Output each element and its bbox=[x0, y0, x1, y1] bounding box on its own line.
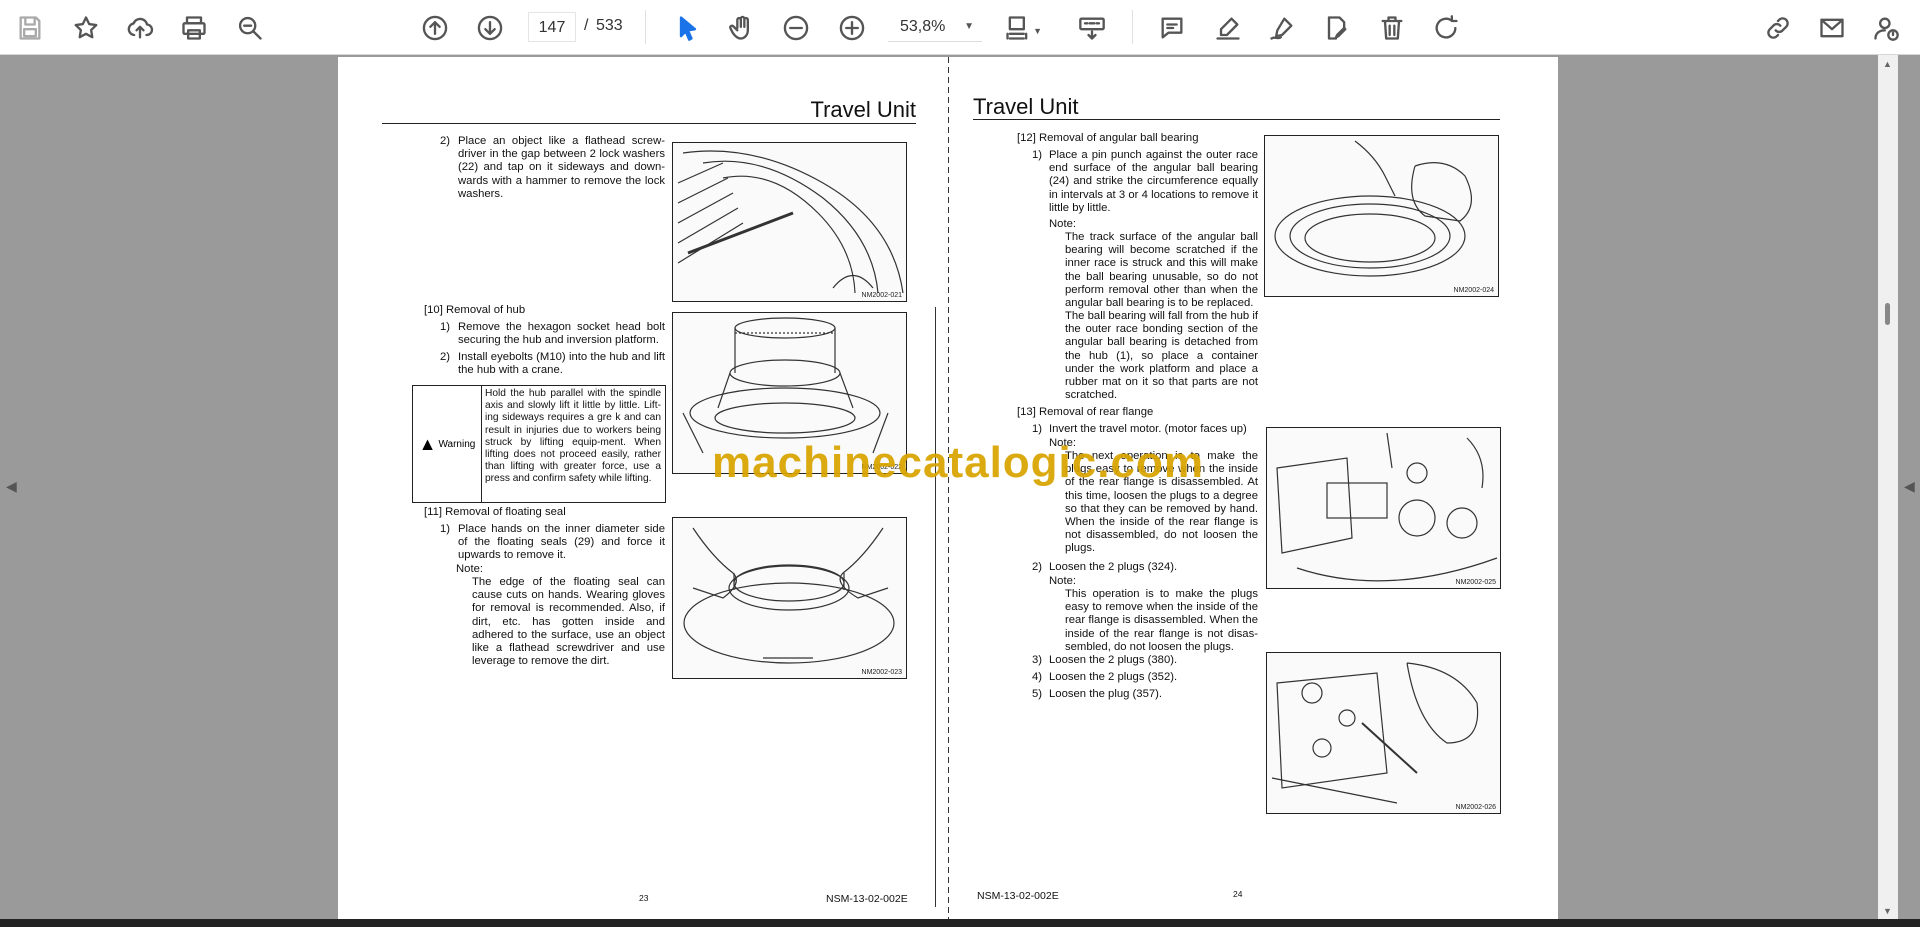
comment-icon[interactable] bbox=[1152, 8, 1192, 48]
step-text: Loosen the 2 plugs (380). bbox=[1049, 654, 1178, 666]
step-number: 2) bbox=[440, 351, 451, 363]
share-link-icon[interactable] bbox=[1758, 8, 1798, 48]
step-number: 1) bbox=[440, 523, 451, 535]
figure-floating-seal: NM2002-023 bbox=[672, 517, 907, 679]
step-text: Loosen the 2 plugs (352). bbox=[1049, 671, 1178, 683]
page-title: Travel Unit bbox=[810, 97, 916, 122]
warning-text: Hold the hub parallel with the spindle a… bbox=[485, 388, 661, 485]
watermark-text: machinecatalogic.com bbox=[712, 438, 1204, 487]
step-text: Place an object like a flathead screw-dr… bbox=[458, 135, 665, 200]
note-label: Note: bbox=[1049, 218, 1077, 230]
page-number-input[interactable]: 147 bbox=[528, 12, 576, 42]
bottom-status-bar bbox=[0, 919, 1920, 927]
step-text: Loosen the plug (357). bbox=[1049, 688, 1163, 700]
step-text: Place hands on the inner diameter side o… bbox=[458, 523, 665, 562]
note-text: The track surface of the angular ball be… bbox=[1065, 231, 1258, 310]
note-label: Note: bbox=[456, 563, 484, 575]
figure-id: NM2002-025 bbox=[1455, 579, 1496, 586]
page-edge-line bbox=[935, 307, 936, 907]
warning-label: Warning bbox=[438, 438, 476, 450]
hand-pan-icon[interactable] bbox=[722, 8, 762, 48]
note-label: Note: bbox=[1049, 575, 1077, 587]
title-rule bbox=[973, 119, 1500, 120]
step-number: 1) bbox=[440, 321, 451, 333]
section-heading: [13] Removal of rear flange bbox=[1017, 406, 1154, 418]
chevron-down-icon: ▼ bbox=[1033, 26, 1042, 36]
step-number: 1) bbox=[1032, 149, 1043, 161]
figure-id: NM2002-021 bbox=[861, 292, 902, 299]
step-number: 3) bbox=[1032, 654, 1043, 666]
step-number: 4) bbox=[1032, 671, 1043, 683]
step-text: Loosen the 2 plugs (324). bbox=[1049, 561, 1178, 573]
edit-document-icon[interactable] bbox=[1316, 8, 1356, 48]
pdf-toolbar: 147 / 533 53,8% ▼ ▼ bbox=[0, 0, 1920, 55]
figure-lock-washers: NM2002-021 bbox=[672, 142, 907, 302]
left-panel-toggle-icon[interactable]: ◀ bbox=[6, 478, 17, 495]
page-separator: / bbox=[584, 17, 589, 34]
document-code: NSM-13-02-002E bbox=[826, 893, 908, 905]
step-text: Invert the travel motor. (motor faces up… bbox=[1049, 423, 1247, 435]
step-text: Remove the hexagon socket head bolt secu… bbox=[458, 321, 665, 347]
page-number: 23 bbox=[639, 893, 649, 903]
section-heading: [10] Removal of hub bbox=[424, 304, 526, 316]
zoom-level-select[interactable]: 53,8% ▼ bbox=[888, 12, 982, 42]
scroll-up-icon[interactable]: ▲ bbox=[1883, 59, 1892, 69]
note-text: The edge of the floating seal can cause … bbox=[472, 576, 665, 668]
figure-id: NM2002-024 bbox=[1453, 287, 1494, 294]
step-text: Install eyebolts (M10) into the hub and … bbox=[458, 351, 665, 377]
note-text: The ball bearing will fall from the hub … bbox=[1065, 310, 1258, 402]
figure-rear-flange-plugs: NM2002-025 bbox=[1266, 427, 1501, 589]
next-page-icon[interactable] bbox=[470, 8, 510, 48]
step-number: 1) bbox=[1032, 423, 1043, 435]
toolbar-divider bbox=[1132, 10, 1133, 44]
sign-pen-icon[interactable] bbox=[1262, 8, 1302, 48]
highlight-pen-icon[interactable] bbox=[1208, 8, 1248, 48]
page-title: Travel Unit bbox=[973, 94, 1079, 119]
title-rule bbox=[382, 123, 916, 124]
print-icon[interactable] bbox=[174, 8, 214, 48]
save-icon[interactable] bbox=[10, 8, 50, 48]
document-page-right: Travel Unit [12] Removal of angular ball… bbox=[948, 57, 1558, 919]
right-panel-toggle-icon[interactable]: ◀ bbox=[1904, 478, 1915, 495]
document-code: NSM-13-02-002E bbox=[977, 890, 1059, 902]
step-number: 5) bbox=[1032, 688, 1043, 700]
email-icon[interactable] bbox=[1812, 8, 1852, 48]
bookmark-star-icon[interactable] bbox=[66, 8, 106, 48]
warning-box: ▲ Warning Hold the hub parallel with the… bbox=[412, 385, 666, 503]
toolbar-divider bbox=[645, 10, 646, 44]
note-text: This operation is to make the plugs easy… bbox=[1065, 588, 1258, 653]
zoom-in-icon[interactable] bbox=[832, 8, 872, 48]
rotate-icon[interactable] bbox=[1426, 8, 1466, 48]
chevron-down-icon: ▼ bbox=[964, 21, 974, 32]
warning-label-cell: ▲ Warning bbox=[413, 386, 482, 502]
zoom-out-icon[interactable] bbox=[776, 8, 816, 48]
section-heading: [12] Removal of angular ball bearing bbox=[1017, 132, 1199, 144]
step-number: 2) bbox=[440, 135, 451, 147]
figure-ball-bearing: NM2002-024 bbox=[1264, 135, 1499, 297]
step-number: 2) bbox=[1032, 561, 1043, 573]
zoom-search-icon[interactable] bbox=[230, 8, 270, 48]
keyboard-scroll-icon[interactable] bbox=[1072, 8, 1112, 48]
zoom-level-value: 53,8% bbox=[900, 18, 946, 35]
account-icon[interactable] bbox=[1866, 8, 1906, 48]
scroll-down-icon[interactable]: ▼ bbox=[1883, 906, 1892, 916]
step-text: Place a pin punch against the outer race… bbox=[1049, 149, 1258, 214]
figure-loosen-plugs: NM2002-026 bbox=[1266, 652, 1501, 814]
vertical-scrollbar[interactable]: ▲ ▼ bbox=[1878, 55, 1898, 920]
scrollbar-thumb[interactable] bbox=[1885, 303, 1890, 325]
upload-cloud-icon[interactable] bbox=[120, 8, 160, 48]
warning-triangle-icon: ▲ bbox=[418, 433, 437, 454]
page-number: 24 bbox=[1233, 889, 1243, 899]
figure-id: NM2002-023 bbox=[861, 669, 902, 676]
document-page-left: Travel Unit 2) Place an object like a fl… bbox=[338, 57, 948, 919]
section-heading: [11] Removal of floating seal bbox=[424, 506, 566, 518]
total-pages: 533 bbox=[596, 17, 623, 34]
page-divider bbox=[948, 57, 949, 919]
page-fit-icon[interactable]: ▼ bbox=[998, 8, 1042, 48]
figure-id: NM2002-026 bbox=[1455, 804, 1496, 811]
select-cursor-icon[interactable] bbox=[668, 8, 708, 48]
previous-page-icon[interactable] bbox=[415, 8, 455, 48]
delete-trash-icon[interactable] bbox=[1372, 8, 1412, 48]
